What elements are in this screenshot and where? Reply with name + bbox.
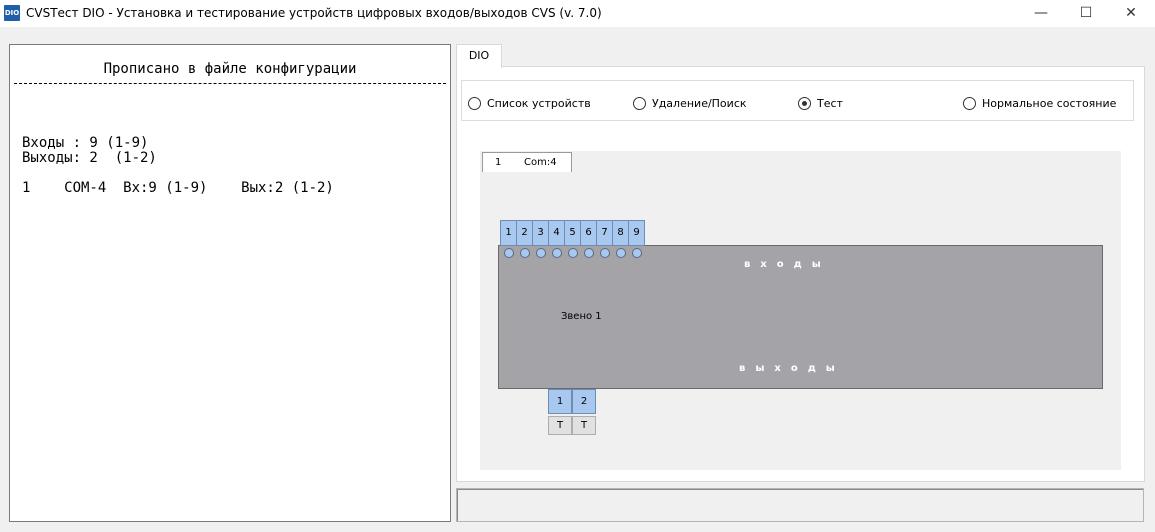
maximize-button[interactable]: ☐: [1063, 0, 1109, 27]
input-led-icon: [600, 248, 610, 258]
radio-circle-icon: [633, 96, 646, 110]
mode-test[interactable]: Тест: [798, 96, 843, 112]
input-led-icon: [520, 248, 530, 258]
config-title: Прописано в файле конфигурации: [103, 61, 357, 77]
radio-label: Нормальное состояние: [982, 97, 1117, 110]
input-pin[interactable]: 5: [564, 220, 581, 246]
device-tab-com4[interactable]: 1 Com:4: [482, 152, 572, 172]
input-pin[interactable]: 6: [580, 220, 597, 246]
device-summary: 1 COM-4 Вх:9 (1-9) Вых:2 (1-2): [22, 180, 334, 196]
outputs-label: выходы: [739, 363, 845, 374]
inputs-summary: Входы : 9 (1-9): [22, 135, 149, 151]
config-divider: [14, 83, 446, 84]
outputs-summary: Выходы: 2 (1-2): [22, 150, 157, 166]
output-pin[interactable]: 2: [572, 389, 596, 414]
radio-circle-icon: [963, 96, 976, 110]
input-pin[interactable]: 7: [596, 220, 613, 246]
input-led-icon: [584, 248, 594, 258]
radio-label: Список устройств: [487, 97, 591, 110]
window-title: CVSТест DIO - Установка и тестирование у…: [26, 6, 602, 20]
inputs-label: входы: [744, 259, 831, 270]
input-led-icon: [616, 248, 626, 258]
config-panel: Прописано в файле конфигурации Входы : 9…: [9, 44, 451, 522]
input-pin[interactable]: 4: [548, 220, 565, 246]
close-button[interactable]: ✕: [1108, 0, 1154, 27]
input-pin[interactable]: 2: [516, 220, 533, 246]
input-led-icon: [504, 248, 514, 258]
radio-circle-icon: [468, 96, 481, 110]
minimize-button[interactable]: —: [1018, 0, 1064, 27]
radio-checked-icon: [798, 96, 811, 110]
output-test-button[interactable]: T: [572, 416, 596, 435]
device-tab-port: Com:4: [524, 157, 557, 168]
device-tab-number: 1: [495, 157, 502, 168]
status-bar: [456, 488, 1144, 522]
input-pin[interactable]: 8: [612, 220, 629, 246]
input-pin[interactable]: 9: [628, 220, 645, 246]
input-pin[interactable]: 3: [532, 220, 549, 246]
input-pin[interactable]: 1: [500, 220, 517, 246]
link-label: Звено 1: [561, 311, 602, 322]
app-icon: DIO: [4, 5, 20, 21]
input-led-icon: [568, 248, 578, 258]
mode-device-list[interactable]: Список устройств: [468, 96, 591, 112]
input-led-icon: [552, 248, 562, 258]
output-test-button[interactable]: T: [548, 416, 572, 435]
radio-label: Тест: [817, 97, 843, 110]
input-led-icon: [536, 248, 546, 258]
mode-normal-state[interactable]: Нормальное состояние: [963, 96, 1116, 112]
tab-dio[interactable]: DIO: [456, 44, 502, 68]
input-led-icon: [632, 248, 642, 258]
radio-label: Удаление/Поиск: [652, 97, 747, 110]
title-bar: DIO CVSТест DIO - Установка и тестирован…: [0, 0, 1155, 27]
mode-delete-search[interactable]: Удаление/Поиск: [633, 96, 747, 112]
output-pin[interactable]: 1: [548, 389, 572, 414]
